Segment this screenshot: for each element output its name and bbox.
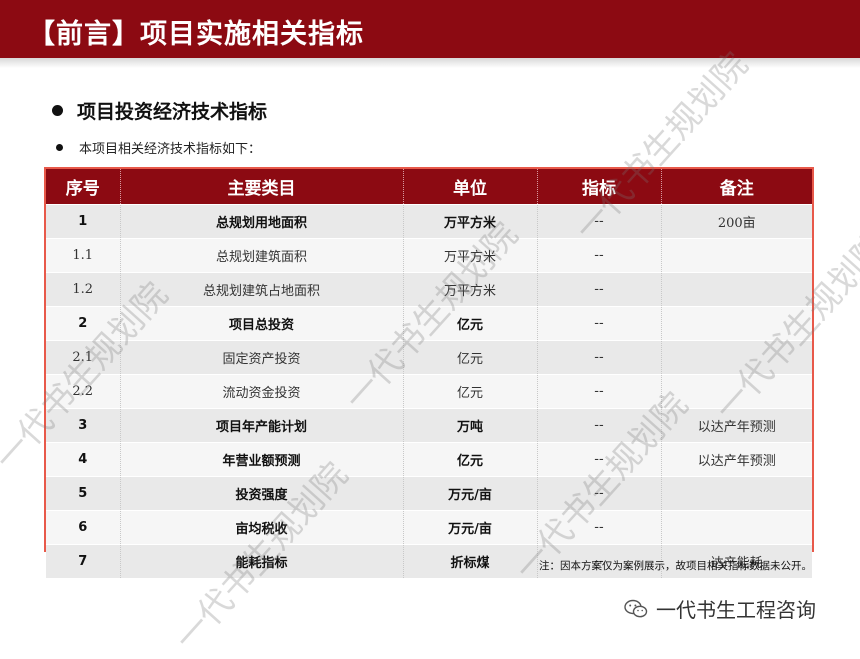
table-header-row: 序号 主要类目 单位 指标 备注 [46,169,812,205]
table-cell-item: 年营业额预测 [119,442,403,477]
table-row: 1 总规划用地面积 万平方米 -- 200亩 [46,204,812,239]
brand-name: 一代书生工程咨询 [656,598,816,622]
table-cell-note: 200亩 [660,204,812,239]
table-cell-note [660,374,812,409]
table-cell-item: 投资强度 [119,476,403,511]
table-cell-no: 2 [46,306,120,341]
table-cell-value: -- [536,374,661,409]
table-cell-no: 5 [46,476,120,511]
table-row: 1.1 总规划建筑面积 万平方米 -- [46,238,812,273]
table-cell-note [660,272,812,307]
table-cell-unit: 万元/亩 [402,476,537,511]
table-cell-item: 流动资金投资 [119,374,403,409]
table-cell-item: 总规划用地面积 [119,204,403,239]
table-cell-no: 2.1 [46,340,120,375]
table-cell-no: 6 [46,510,120,545]
table-cell-item: 能耗指标 [119,544,403,578]
table-cell-unit: 亿元 [402,442,537,477]
table-cell-value: -- [536,476,661,511]
footnote: 注：因本方案仅为案例展示，故项目相关指标数据未公开。 [539,560,812,572]
wechat-icon [624,599,648,617]
table-cell-value: -- [536,272,661,307]
column-header-note: 备注 [660,169,812,205]
table-cell-no: 1 [46,204,120,239]
table-cell-value: -- [536,204,661,239]
table-cell-note: 以达产年预测 [660,442,812,477]
column-header-value: 指标 [536,169,661,205]
table-cell-unit: 亿元 [402,340,537,375]
table-cell-value: -- [536,442,661,477]
table-cell-unit: 万平方米 [402,204,537,239]
section-heading: 项目投资经济技术指标 [52,97,267,124]
column-header-item: 主要类目 [119,169,403,205]
table-cell-value: -- [536,408,661,443]
column-header-unit: 单位 [402,169,537,205]
section-heading-text: 项目投资经济技术指标 [77,101,268,123]
table-cell-unit: 万平方米 [402,272,537,307]
table-cell-no: 1.1 [46,238,120,273]
table-row: 1.2 总规划建筑占地面积 万平方米 -- [46,272,812,307]
table-row: 4 年营业额预测 亿元 -- 以达产年预测 [46,442,812,477]
table-cell-value: -- [536,306,661,341]
brand-signature: 一代书生工程咨询 [624,594,816,623]
table-cell-value: -- [536,510,661,545]
table-cell-no: 4 [46,442,120,477]
table-cell-item: 项目年产能计划 [119,408,403,443]
intro-line: 本项目相关经济技术指标如下： [56,138,261,157]
header-shadow [0,58,860,68]
table-cell-unit: 万吨 [402,408,537,443]
table-row: 3 项目年产能计划 万吨 -- 以达产年预测 [46,408,812,443]
table-cell-item: 总规划建筑占地面积 [119,272,403,307]
bullet-icon [52,105,63,116]
table-cell-note [660,510,812,545]
table-cell-unit: 亿元 [402,374,537,409]
table-cell-unit: 折标煤 [402,544,537,578]
table-cell-note: 以达产年预测 [660,408,812,443]
table-cell-note [660,340,812,375]
table-row: 2.2 流动资金投资 亿元 -- [46,374,812,409]
table-cell-item: 总规划建筑面积 [119,238,403,273]
table-cell-no: 1.2 [46,272,120,307]
table-cell-item: 固定资产投资 [119,340,403,375]
bullet-icon [56,144,63,151]
indicator-table: 序号 主要类目 单位 指标 备注 1 总规划用地面积 万平方米 -- 200亩 1.1 总规… [44,167,814,578]
table-row: 6 亩均税收 万元/亩 -- [46,510,812,545]
column-header-no: 序号 [46,169,120,205]
table-cell-item: 亩均税收 [119,510,403,545]
intro-text: 本项目相关经济技术指标如下： [79,142,262,157]
table-cell-value: -- [536,340,661,375]
header-bar: 【前言】项目实施相关指标 [0,0,860,58]
table-row: 5 投资强度 万元/亩 -- [46,476,812,511]
page-title: 【前言】项目实施相关指标 [28,19,364,50]
table-cell-note [660,238,812,273]
table-row: 2 项目总投资 亿元 -- [46,306,812,341]
table-cell-note [660,476,812,511]
table-cell-item: 项目总投资 [119,306,403,341]
table-cell-no: 7 [46,544,120,578]
table-cell-note [660,306,812,341]
table-row: 2.1 固定资产投资 亿元 -- [46,340,812,375]
table-cell-no: 3 [46,408,120,443]
table-cell-unit: 万平方米 [402,238,537,273]
table-cell-no: 2.2 [46,374,120,409]
table-cell-value: -- [536,238,661,273]
table-cell-unit: 亿元 [402,306,537,341]
table-cell-unit: 万元/亩 [402,510,537,545]
